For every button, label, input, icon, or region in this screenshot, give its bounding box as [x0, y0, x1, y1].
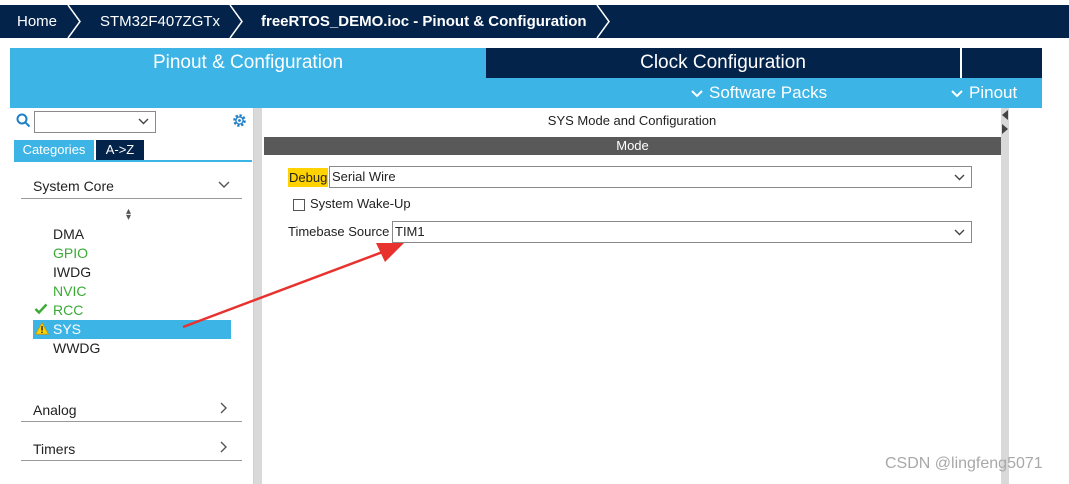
chevron-down-icon — [691, 89, 703, 97]
timebase-source-value: TIM1 — [395, 224, 425, 239]
breadcrumb-home[interactable]: Home — [17, 5, 57, 38]
gear-icon[interactable] — [231, 112, 248, 129]
toggle-underline — [14, 160, 252, 162]
debug-select[interactable]: Serial Wire — [329, 166, 972, 188]
check-icon — [34, 303, 48, 315]
mode-configuration-panel — [262, 108, 1002, 484]
chevron-down-icon — [954, 174, 965, 181]
software-packs-menu[interactable]: Software Packs — [691, 78, 827, 108]
tab-pinout-configuration[interactable]: Pinout & Configuration — [10, 48, 486, 78]
right-panel-scrollbar[interactable] — [1001, 108, 1009, 484]
software-packs-label: Software Packs — [709, 83, 828, 102]
chevron-down-icon — [954, 229, 965, 236]
chevron-down-icon — [138, 118, 149, 125]
divider — [21, 198, 242, 199]
list-item-nvic[interactable]: NVIC — [53, 282, 86, 301]
pinout-menu[interactable]: Pinout — [951, 78, 1017, 108]
chevron-right-icon[interactable] — [220, 402, 228, 414]
chevron-right-icon[interactable] — [220, 441, 228, 453]
sort-icon[interactable]: ▴ ▾ — [126, 207, 131, 223]
list-item-gpio[interactable]: GPIO — [53, 244, 88, 263]
stm32cubemx-window: Home STM32F407ZGTx freeRTOS_DEMO.ioc - P… — [0, 0, 1069, 484]
panel-title: SYS Mode and Configuration — [547, 113, 717, 128]
sub-toolbar — [10, 78, 1042, 108]
debug-select-value: Serial Wire — [332, 169, 396, 184]
breadcrumb-separator-icon — [67, 5, 81, 38]
search-icon[interactable] — [16, 113, 31, 128]
category-timers[interactable]: Timers — [33, 441, 75, 457]
category-analog[interactable]: Analog — [33, 402, 77, 418]
categories-toggle[interactable]: Categories — [14, 140, 94, 160]
system-wakeup-label[interactable]: System Wake-Up — [310, 196, 411, 211]
timebase-source-select[interactable]: TIM1 — [392, 221, 972, 243]
breadcrumb-mcu[interactable]: STM32F407ZGTx — [100, 5, 220, 38]
list-item-dma[interactable]: DMA — [53, 225, 84, 244]
tab-clock-configuration[interactable]: Clock Configuration — [486, 48, 960, 78]
breadcrumb-project[interactable]: freeRTOS_DEMO.ioc - Pinout & Configurati… — [261, 5, 587, 38]
list-item-sys[interactable]: SYS — [53, 320, 81, 339]
tab-more[interactable] — [962, 48, 1042, 78]
system-wakeup-checkbox[interactable] — [293, 199, 305, 211]
categories-panel — [10, 108, 254, 484]
list-item-iwdg[interactable]: IWDG — [53, 263, 91, 282]
mode-section-header[interactable]: Mode — [264, 137, 1001, 155]
collapse-arrow-icon[interactable] — [1001, 110, 1009, 120]
divider — [21, 460, 242, 461]
timebase-source-label: Timebase Source — [288, 224, 390, 239]
warning-icon — [35, 322, 49, 335]
chevron-down-icon — [951, 89, 963, 97]
breadcrumb-separator-icon — [596, 5, 610, 38]
chevron-down-icon[interactable] — [218, 181, 230, 189]
divider — [21, 421, 242, 422]
search-input[interactable] — [34, 111, 156, 133]
left-panel-scrollbar[interactable] — [254, 108, 262, 484]
category-system-core[interactable]: System Core — [33, 178, 114, 194]
list-item-wwdg[interactable]: WWDG — [53, 339, 100, 358]
expand-arrow-icon[interactable] — [1001, 124, 1009, 134]
breadcrumb-separator-icon — [229, 5, 243, 38]
list-item-rcc[interactable]: RCC — [53, 301, 83, 320]
az-toggle[interactable]: A->Z — [96, 140, 144, 160]
watermark: CSDN @lingfeng5071 — [885, 455, 1043, 472]
breadcrumb: Home STM32F407ZGTx freeRTOS_DEMO.ioc - P… — [0, 5, 1069, 38]
debug-label: Debug — [288, 168, 329, 187]
pinout-menu-label: Pinout — [969, 83, 1018, 102]
